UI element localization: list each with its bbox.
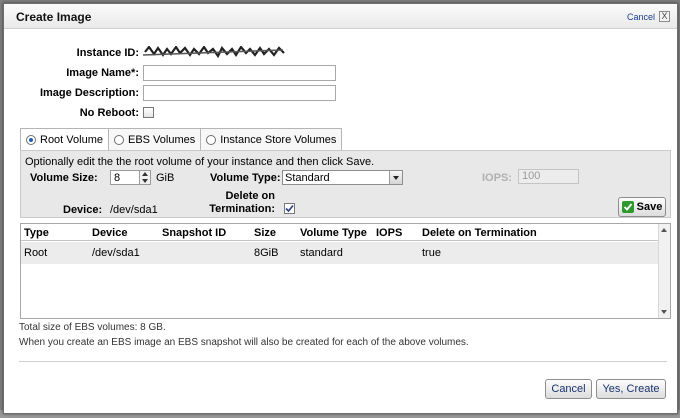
redacted-instance-id	[143, 46, 285, 58]
tab-ebs-volumes[interactable]: EBS Volumes	[108, 128, 202, 150]
iops-value: 100	[522, 170, 541, 182]
volume-type-label: Volume Type:	[210, 172, 281, 184]
table-row[interactable]: Root /dev/sda1 8GiB standard true	[21, 242, 658, 264]
instance-store-volumes-radio[interactable]	[206, 134, 217, 145]
snapshot-note: When you create an EBS image an EBS snap…	[19, 337, 469, 348]
iops-label: IOPS:	[482, 172, 512, 184]
yes-create-button[interactable]: Yes, Create	[596, 379, 666, 399]
dialog-title: Create Image	[16, 10, 92, 24]
volume-size-value: 8	[114, 172, 121, 184]
root-volume-radio[interactable]	[26, 134, 36, 145]
delete-on-termination-label-line2: Termination:	[209, 203, 275, 215]
yes-create-button-label: Yes, Create	[602, 383, 660, 395]
tab-label: EBS Volumes	[127, 133, 196, 146]
volumes-table: Type Device Snapshot ID Size Volume Type…	[20, 223, 671, 319]
footer-divider	[19, 361, 667, 362]
col-delete-on-termination: Delete on Termination	[422, 227, 537, 239]
image-description-input[interactable]	[143, 85, 336, 101]
volume-type-value: Standard	[285, 171, 330, 184]
device-value: /dev/sda1	[110, 204, 158, 216]
cell-type: Root	[24, 247, 48, 259]
titlebar-cancel-link[interactable]: Cancel	[627, 12, 655, 22]
save-check-icon	[621, 201, 634, 213]
instance-id-label: Instance ID:	[76, 47, 139, 59]
scroll-up-icon[interactable]	[661, 228, 667, 232]
delete-on-termination-label-line1: Delete on	[225, 190, 275, 202]
save-label: Save	[636, 201, 663, 213]
save-button[interactable]: Save	[618, 197, 666, 217]
checkmark-icon	[285, 204, 294, 213]
close-icon[interactable]: X	[659, 11, 670, 22]
dialog-titlebar: Create Image Cancel X	[4, 4, 677, 29]
cell-volume-type: standard	[300, 247, 343, 259]
volume-size-spinner[interactable]: 8	[110, 170, 151, 185]
cell-device: /dev/sda1	[92, 247, 140, 259]
table-scrollbar[interactable]	[658, 224, 670, 318]
cell-delete-on-termination: true	[422, 247, 441, 259]
tab-label: Root Volume	[40, 133, 103, 146]
spinner-arrows-icon[interactable]	[139, 171, 150, 184]
device-label: Device:	[63, 204, 103, 216]
col-type: Type	[24, 227, 49, 239]
no-reboot-label: No Reboot:	[79, 107, 139, 119]
col-volume-type: Volume Type	[300, 227, 367, 239]
root-volume-instructions: Optionally edit the the root volume of y…	[25, 156, 375, 168]
col-iops: IOPS	[376, 227, 403, 239]
image-name-input[interactable]	[143, 65, 336, 81]
volume-type-select[interactable]: Standard	[282, 170, 403, 185]
image-name-label: Image Name*:	[66, 67, 139, 79]
delete-on-termination-checkbox[interactable]	[284, 203, 295, 214]
table-header: Type Device Snapshot ID Size Volume Type…	[21, 224, 658, 241]
volume-size-unit: GiB	[156, 172, 175, 184]
total-size-note: Total size of EBS volumes: 8 GB.	[19, 322, 166, 333]
create-image-dialog: Create Image Cancel X Instance ID: Image…	[3, 3, 678, 414]
col-size: Size	[254, 227, 277, 239]
no-reboot-checkbox[interactable]	[143, 107, 154, 118]
cancel-button-label: Cancel	[551, 383, 586, 395]
chevron-down-icon[interactable]	[389, 171, 402, 184]
cell-size: 8GiB	[254, 247, 279, 259]
tab-label: Instance Store Volumes	[220, 133, 337, 146]
col-device: Device	[92, 227, 128, 239]
root-volume-panel: Optionally edit the the root volume of y…	[20, 150, 671, 218]
image-description-label: Image Description:	[39, 87, 139, 99]
cancel-button[interactable]: Cancel	[545, 379, 592, 399]
ebs-volumes-radio[interactable]	[113, 134, 124, 145]
scroll-down-icon[interactable]	[661, 310, 667, 314]
iops-input: 100	[518, 169, 579, 184]
tab-instance-store-volumes[interactable]: Instance Store Volumes	[201, 128, 343, 150]
col-snapshot-id: Snapshot ID	[162, 227, 227, 239]
tab-root-volume[interactable]: Root Volume	[20, 128, 109, 150]
volume-tabs: Root Volume EBS Volumes Instance Store V…	[20, 128, 343, 150]
volume-size-label: Volume Size:	[30, 172, 98, 184]
